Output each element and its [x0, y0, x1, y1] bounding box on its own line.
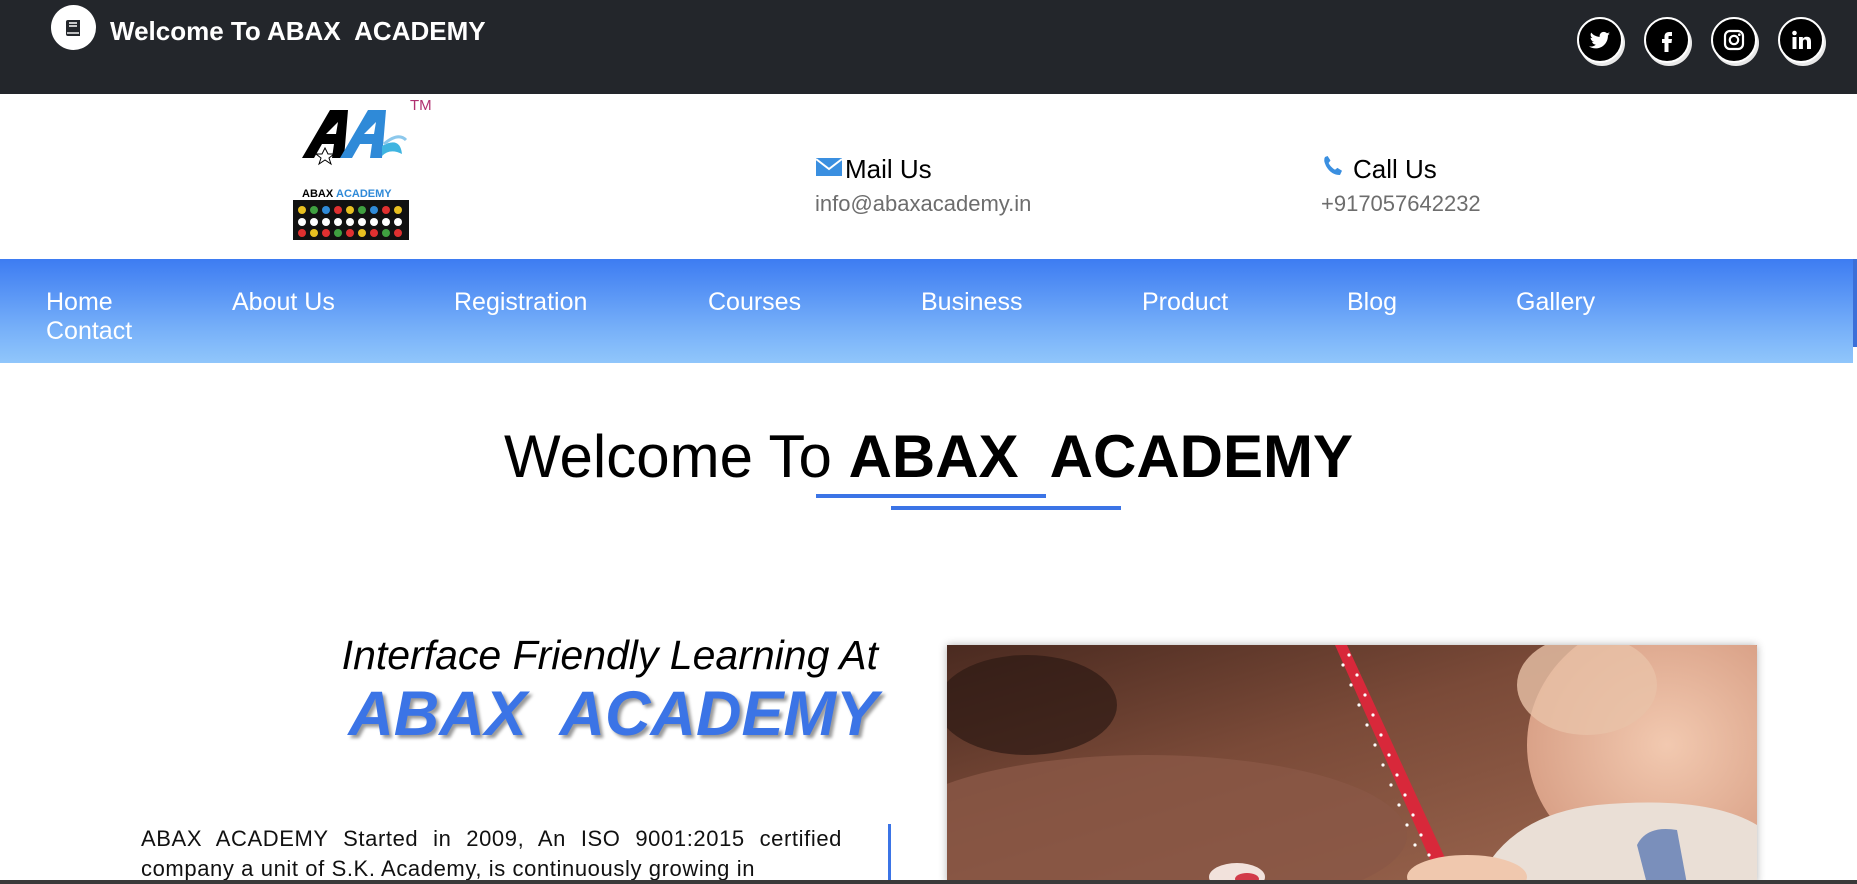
intro-brand: ABAX ACADEMY	[348, 679, 878, 749]
facebook-icon[interactable]	[1644, 17, 1690, 63]
welcome-brand: ABAX ACADEMY	[848, 423, 1354, 490]
call-us-block: Call Us +917057642232	[1321, 154, 1481, 217]
logo-tm: TM	[410, 97, 432, 114]
nav-gallery[interactable]: Gallery	[1516, 288, 1595, 317]
top-bar: Welcome To ABAX ACADEMY	[0, 0, 1857, 94]
logo-text-academy: ACADEMY	[336, 188, 392, 200]
nav-registration[interactable]: Registration	[454, 288, 587, 317]
intro-tagline: Interface Friendly Learning At	[341, 632, 878, 678]
mail-us-label: Mail Us	[845, 154, 932, 184]
heading-underline-top	[816, 494, 1046, 498]
nav-contact[interactable]: Contact	[46, 317, 132, 346]
twitter-icon[interactable]	[1577, 17, 1623, 63]
nav-courses[interactable]: Courses	[708, 288, 801, 317]
instagram-icon[interactable]	[1711, 17, 1757, 63]
child-writing-photo	[947, 645, 1757, 884]
nav-about-us[interactable]: About Us	[232, 288, 335, 317]
linkedin-icon[interactable]	[1778, 17, 1824, 63]
welcome-heading: Welcome To ABAX ACADEMY	[0, 422, 1857, 491]
nav-edge	[1853, 259, 1857, 347]
mail-us-block: Mail Us info@abaxacademy.in	[815, 154, 1031, 217]
academy-logo[interactable]: TM ABAX ACADEMY	[290, 96, 440, 244]
call-us-phone[interactable]: +917057642232	[1321, 191, 1481, 217]
top-title: Welcome To ABAX ACADEMY	[110, 16, 486, 46]
about-divider	[888, 824, 891, 884]
phone-icon	[1321, 154, 1345, 185]
mail-us-email[interactable]: info@abaxacademy.in	[815, 191, 1031, 217]
welcome-prefix: Welcome To	[503, 423, 849, 490]
about-paragraph: ABAX ACADEMY Started in 2009, An ISO 900…	[141, 826, 842, 881]
nav-product[interactable]: Product	[1142, 288, 1228, 317]
heading-underline-bottom	[891, 506, 1121, 510]
bottom-edge	[0, 880, 1857, 884]
nav-business[interactable]: Business	[921, 288, 1022, 317]
nav-blog[interactable]: Blog	[1347, 288, 1397, 317]
logo-text-abax: ABAX	[302, 188, 334, 200]
nav-home[interactable]: Home	[46, 288, 113, 317]
call-us-label: Call Us	[1353, 154, 1437, 184]
book-icon	[51, 5, 96, 50]
envelope-icon	[815, 154, 843, 185]
